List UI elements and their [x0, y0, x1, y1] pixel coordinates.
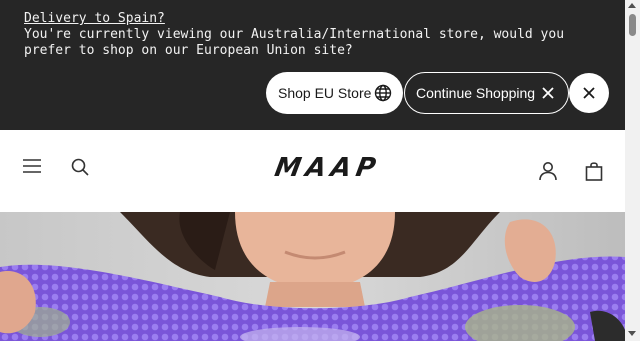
menu-icon[interactable] — [23, 158, 41, 174]
vertical-scrollbar[interactable] — [625, 0, 640, 341]
close-banner-button[interactable] — [569, 73, 609, 113]
banner-title-link[interactable]: Delivery to Spain? — [24, 11, 614, 27]
close-icon — [583, 87, 595, 99]
maap-logo[interactable]: MAAP — [272, 150, 382, 186]
account-icon[interactable] — [538, 161, 558, 181]
site-header: MAAP — [0, 130, 625, 212]
banner-text: Delivery to Spain? You're currently view… — [24, 11, 614, 59]
globe-icon — [374, 84, 392, 102]
shop-eu-store-label: Shop EU Store — [278, 85, 372, 101]
region-banner: Delivery to Spain? You're currently view… — [0, 0, 625, 130]
continue-shopping-label: Continue Shopping — [416, 85, 536, 101]
bag-icon[interactable] — [585, 161, 603, 181]
continue-shopping-button[interactable]: Continue Shopping — [404, 72, 569, 114]
search-icon[interactable] — [71, 158, 89, 176]
scrollbar-thumb[interactable] — [629, 14, 636, 36]
scroll-up-arrow-icon[interactable] — [628, 3, 636, 8]
page: Delivery to Spain? You're currently view… — [0, 0, 625, 341]
banner-message: You're currently viewing our Australia/I… — [24, 27, 565, 58]
hero-image[interactable] — [0, 212, 625, 341]
hero-illustration — [0, 212, 625, 341]
shop-eu-store-button[interactable]: Shop EU Store — [266, 72, 403, 114]
close-icon — [542, 87, 554, 99]
scroll-down-arrow-icon[interactable] — [628, 331, 636, 336]
